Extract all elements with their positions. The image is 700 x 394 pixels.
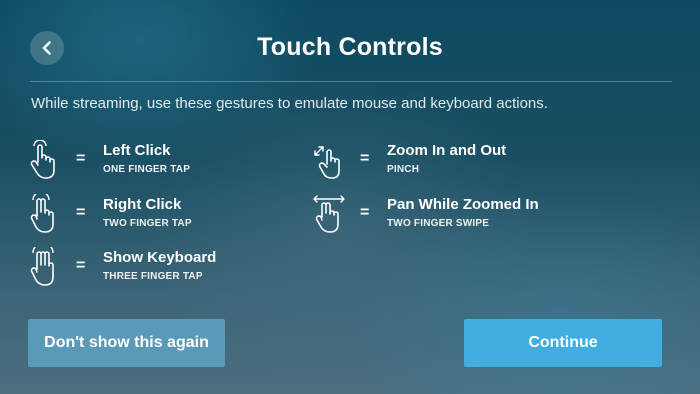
dont-show-again-button[interactable]: Don't show this again — [28, 319, 225, 367]
page-title: Touch Controls — [257, 33, 443, 61]
gesture-description: PINCH — [387, 164, 420, 175]
gesture-description: TWO FINGER TAP — [103, 218, 192, 229]
equals-sign: = — [360, 150, 370, 167]
header-divider — [30, 81, 672, 82]
gesture-label: Left Click — [103, 142, 171, 159]
gesture-label: Show Keyboard — [103, 249, 217, 266]
pinch-zoom-icon — [313, 140, 347, 180]
equals-sign: = — [76, 257, 86, 274]
two-finger-tap-icon — [29, 191, 63, 234]
gesture-description: THREE FINGER TAP — [103, 271, 203, 282]
equals-sign: = — [76, 204, 86, 221]
equals-sign: = — [360, 204, 370, 221]
one-finger-tap-icon — [29, 139, 63, 180]
intro-text: While streaming, use these gestures to e… — [31, 95, 548, 112]
two-finger-swipe-icon — [313, 194, 347, 234]
gesture-label: Pan While Zoomed In — [387, 196, 539, 213]
three-finger-tap-icon — [29, 242, 63, 287]
gesture-label: Right Click — [103, 196, 182, 213]
gesture-description: ONE FINGER TAP — [103, 164, 191, 175]
continue-button[interactable]: Continue — [464, 319, 662, 367]
gesture-label: Zoom In and Out — [387, 142, 507, 159]
header: Touch Controls — [0, 0, 700, 82]
equals-sign: = — [76, 150, 86, 167]
gesture-description: TWO FINGER SWIPE — [387, 218, 490, 229]
